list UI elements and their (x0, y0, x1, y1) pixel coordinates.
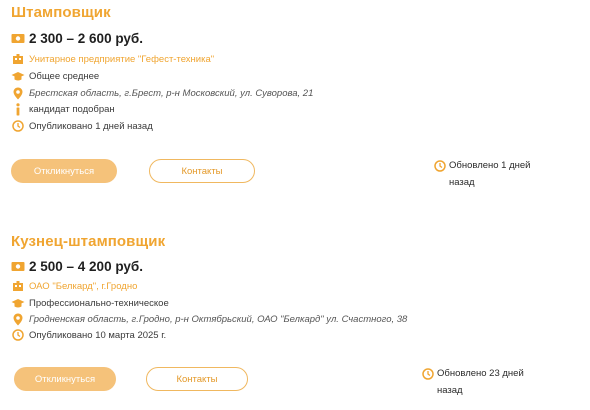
employer-row: Унитарное предприятие "Гефест-техника" (11, 52, 214, 66)
published-row: Опубликовано 10 марта 2025 г. (11, 328, 166, 342)
employer-link[interactable]: Унитарное предприятие "Гефест-техника" (29, 54, 214, 65)
employer-link[interactable]: ОАО "Белкард", г.Гродно (29, 281, 137, 292)
money-icon (11, 260, 25, 274)
updated-info: Обновлено 1 дней назад (433, 157, 573, 191)
clock-icon (421, 367, 435, 381)
address-row: Брестская область, г.Брест, р-н Московск… (11, 86, 313, 100)
respond-button[interactable]: Откликнуться (14, 367, 116, 391)
vacancy-title[interactable]: Кузнец-штамповщик (11, 233, 165, 250)
address: Брестская область, г.Брест, р-н Московск… (29, 87, 314, 99)
clock-icon (11, 328, 25, 342)
salary: 2 300 – 2 600 руб. (29, 31, 143, 46)
updated-text: Обновлено 23 дней (437, 368, 524, 379)
clock-icon (11, 119, 25, 133)
money-icon (11, 32, 25, 46)
location-pin-icon (11, 86, 25, 100)
education: Общее среднее (29, 70, 100, 82)
salary-row: 2 300 – 2 600 руб. (11, 31, 143, 46)
updated-text-cont: назад (437, 385, 463, 396)
published-date: Опубликовано 1 дней назад (29, 120, 153, 132)
contacts-button[interactable]: Контакты (149, 159, 255, 183)
published-date: Опубликовано 10 марта 2025 г. (29, 329, 167, 341)
contacts-button[interactable]: Контакты (146, 367, 248, 391)
published-row: Опубликовано 1 дней назад (11, 119, 153, 133)
salary: 2 500 – 4 200 руб. (29, 259, 143, 274)
respond-button[interactable]: Откликнуться (11, 159, 117, 183)
status-row: кандидат подобран (11, 102, 115, 116)
employer-row: ОАО "Белкард", г.Гродно (11, 279, 137, 293)
updated-info: Обновлено 23 дней назад (421, 365, 571, 399)
salary-row: 2 500 – 4 200 руб. (11, 259, 143, 274)
clock-icon (433, 159, 447, 173)
address-row: Гродненская область, г.Гродно, р-н Октяб… (11, 312, 407, 326)
building-icon (11, 52, 25, 66)
updated-text-cont: назад (449, 177, 475, 188)
info-icon (11, 102, 25, 116)
vacancy-title[interactable]: Штамповщик (11, 4, 111, 21)
location-pin-icon (11, 312, 25, 326)
address: Гродненская область, г.Гродно, р-н Октяб… (29, 313, 408, 325)
updated-text: Обновлено 1 дней (449, 160, 531, 171)
education: Профессионально-техническое (29, 297, 169, 309)
building-icon (11, 279, 25, 293)
graduation-cap-icon (11, 69, 25, 83)
graduation-cap-icon (11, 296, 25, 310)
education-row: Профессионально-техническое (11, 296, 169, 310)
education-row: Общее среднее (11, 69, 99, 83)
status-text: кандидат подобран (29, 103, 115, 115)
